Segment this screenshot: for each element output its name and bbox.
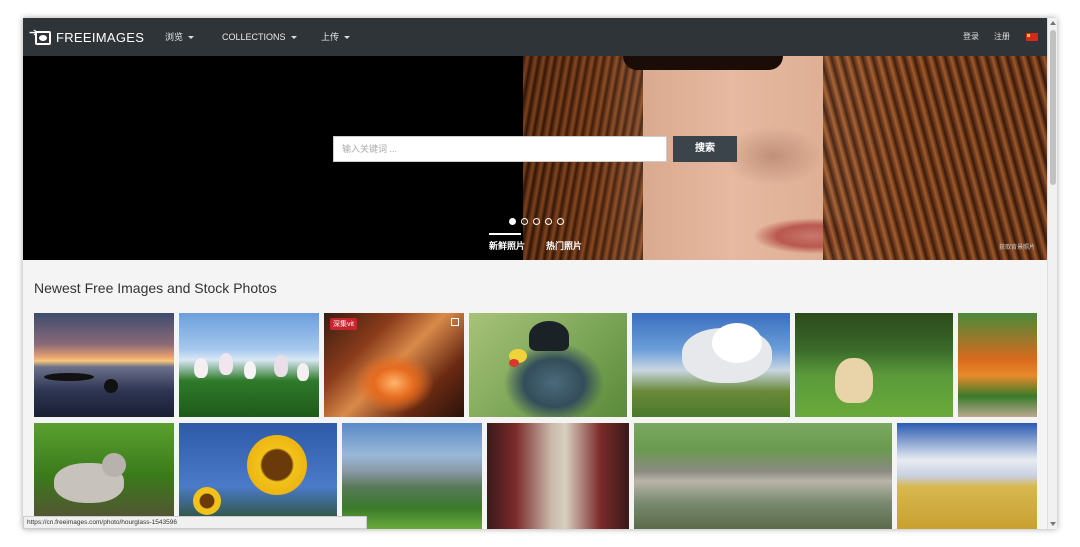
expand-icon[interactable] xyxy=(451,318,459,326)
hero-hair-right xyxy=(823,56,1047,260)
chevron-down-icon xyxy=(344,35,351,39)
chevron-down-icon xyxy=(188,35,195,39)
photo-thumbnail-puppy[interactable] xyxy=(795,313,953,417)
photo-thumbnail-clouds-field[interactable] xyxy=(632,313,790,417)
photo-thumbnail-tulips[interactable] xyxy=(179,313,319,417)
carousel-indicators xyxy=(509,218,564,225)
background-credit-link[interactable]: 获取背景照片 xyxy=(999,242,1035,251)
hero-brow xyxy=(623,56,783,70)
scroll-up-arrow-icon[interactable] xyxy=(1050,21,1056,25)
section-title: Newest Free Images and Stock Photos xyxy=(34,280,277,296)
search-button[interactable]: 搜索 xyxy=(673,136,737,162)
nav-collections[interactable]: COLLECTIONS xyxy=(222,18,297,56)
carousel-dot[interactable] xyxy=(533,218,540,225)
photo-thumbnail-bird[interactable] xyxy=(469,313,627,417)
top-navbar: ➔ FREEIMAGES 浏览 COLLECTIONS 上传 登录 注册 xyxy=(23,18,1047,56)
status-bar-url: https://cn.freeimages.com/photo/hourglas… xyxy=(23,516,367,529)
active-tab-underline xyxy=(489,233,521,235)
site-logo[interactable]: ➔ FREEIMAGES xyxy=(29,24,145,50)
login-link[interactable]: 登录 xyxy=(963,18,979,56)
logo-text: FREEIMAGES xyxy=(56,29,145,45)
photo-thumbnail-river[interactable] xyxy=(634,423,892,529)
nav-browse[interactable]: 浏览 xyxy=(165,18,195,56)
premium-badge: 深集vit xyxy=(330,318,357,330)
photo-thumbnail-train-interior[interactable] xyxy=(487,423,629,529)
browser-frame: ➔ FREEIMAGES 浏览 COLLECTIONS 上传 登录 注册 输入关… xyxy=(23,18,1057,529)
hero-banner: 输入关键词 ... 搜索 新鲜照片 热门照片 获取背景照片 xyxy=(23,56,1047,260)
search-input[interactable]: 输入关键词 ... xyxy=(333,136,667,162)
carousel-dot[interactable] xyxy=(557,218,564,225)
register-link[interactable]: 注册 xyxy=(994,18,1010,56)
nav-browse-label: 浏览 xyxy=(165,32,184,42)
carousel-dot[interactable] xyxy=(521,218,528,225)
photo-thumbnail-flowers[interactable] xyxy=(958,313,1037,417)
chevron-down-icon xyxy=(290,35,297,39)
photo-thumbnail-sunflowers[interactable] xyxy=(179,423,337,529)
logo-icon: ➔ xyxy=(29,28,51,45)
photo-thumbnail-wheat-field[interactable] xyxy=(897,423,1037,529)
page: ➔ FREEIMAGES 浏览 COLLECTIONS 上传 登录 注册 输入关… xyxy=(23,18,1047,529)
photo-thumbnail-hourglass[interactable]: 深集vit xyxy=(324,313,464,417)
nav-collections-label: COLLECTIONS xyxy=(222,32,286,42)
photo-thumbnail-cat[interactable] xyxy=(34,423,174,529)
photo-thumbnail-sunset-lake[interactable] xyxy=(34,313,174,417)
tab-new-photos[interactable]: 新鲜照片 xyxy=(489,239,525,252)
nav-upload-label: 上传 xyxy=(321,32,340,42)
carousel-dot[interactable] xyxy=(545,218,552,225)
tab-popular-photos[interactable]: 热门照片 xyxy=(546,239,582,252)
scrollbar-thumb[interactable] xyxy=(1050,30,1056,185)
scroll-down-arrow-icon[interactable] xyxy=(1050,522,1056,526)
china-flag-icon[interactable] xyxy=(1026,33,1038,41)
carousel-dot[interactable] xyxy=(509,218,516,225)
nav-upload[interactable]: 上传 xyxy=(321,18,351,56)
photo-thumbnail-mountains[interactable] xyxy=(342,423,482,529)
vertical-scrollbar[interactable] xyxy=(1047,18,1057,529)
